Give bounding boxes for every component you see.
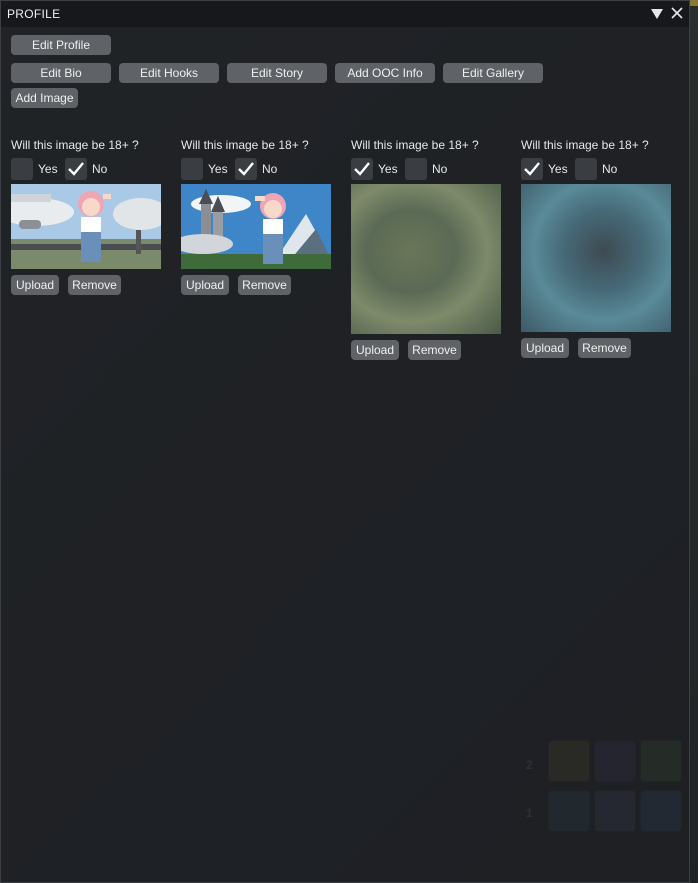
close-icon[interactable] (671, 7, 683, 21)
upload-button[interactable]: Upload (351, 340, 399, 360)
edit-profile-button[interactable]: Edit Profile (11, 35, 111, 55)
edit-hooks-button[interactable]: Edit Hooks (119, 63, 219, 83)
add-ooc-info-button[interactable]: Add OOC Info (335, 63, 435, 83)
upload-button[interactable]: Upload (11, 275, 59, 295)
remove-button[interactable]: Remove (578, 338, 631, 358)
no-checkbox[interactable] (575, 158, 597, 180)
profile-window: PROFILE Edit Profile Edit Bio Edit Hooks… (0, 0, 690, 883)
nsfw-question-label: Will this image be 18+ ? (181, 138, 309, 152)
edit-gallery-button[interactable]: Edit Gallery (443, 63, 543, 83)
remove-button[interactable]: Remove (408, 340, 461, 360)
no-checkbox[interactable] (235, 158, 257, 180)
yes-label: Yes (378, 162, 398, 176)
gallery-image-thumbnail (181, 184, 331, 269)
yes-label: Yes (548, 162, 568, 176)
yes-checkbox[interactable] (181, 158, 203, 180)
gallery-image-thumbnail (11, 184, 161, 269)
no-label: No (602, 162, 618, 176)
no-checkbox[interactable] (405, 158, 427, 180)
checkmark-icon (68, 162, 84, 176)
gallery-item: Will this image be 18+ ? Yes No Upload R… (11, 138, 171, 308)
upload-button[interactable]: Upload (521, 338, 569, 358)
edit-bio-button[interactable]: Edit Bio (11, 63, 111, 83)
checkmark-icon (354, 162, 370, 176)
add-image-button[interactable]: Add Image (11, 88, 78, 108)
checkmark-icon (524, 162, 540, 176)
yes-checkbox[interactable] (521, 158, 543, 180)
remove-button[interactable]: Remove (68, 275, 121, 295)
checkmark-icon (238, 162, 254, 176)
remove-button[interactable]: Remove (238, 275, 291, 295)
gallery-item: Will this image be 18+ ? Yes No Upload R… (351, 138, 511, 368)
nsfw-question-label: Will this image be 18+ ? (521, 138, 649, 152)
no-label: No (92, 162, 108, 176)
nsfw-question-label: Will this image be 18+ ? (11, 138, 139, 152)
no-label: No (432, 162, 448, 176)
no-checkbox[interactable] (65, 158, 87, 180)
edit-story-button[interactable]: Edit Story (227, 63, 327, 83)
gallery-item: Will this image be 18+ ? Yes No Upload R… (521, 138, 681, 368)
upload-button[interactable]: Upload (181, 275, 229, 295)
yes-checkbox[interactable] (351, 158, 373, 180)
gallery-item: Will this image be 18+ ? Yes No Upload R… (181, 138, 341, 308)
window-titlebar[interactable]: PROFILE (1, 1, 689, 27)
no-label: No (262, 162, 278, 176)
yes-label: Yes (208, 162, 228, 176)
nsfw-question-label: Will this image be 18+ ? (351, 138, 479, 152)
blurred-gallery-image (351, 184, 501, 334)
yes-checkbox[interactable] (11, 158, 33, 180)
triangle-down-icon[interactable] (651, 7, 663, 21)
window-title: PROFILE (7, 7, 61, 21)
yes-label: Yes (38, 162, 58, 176)
blurred-gallery-image (521, 184, 671, 332)
